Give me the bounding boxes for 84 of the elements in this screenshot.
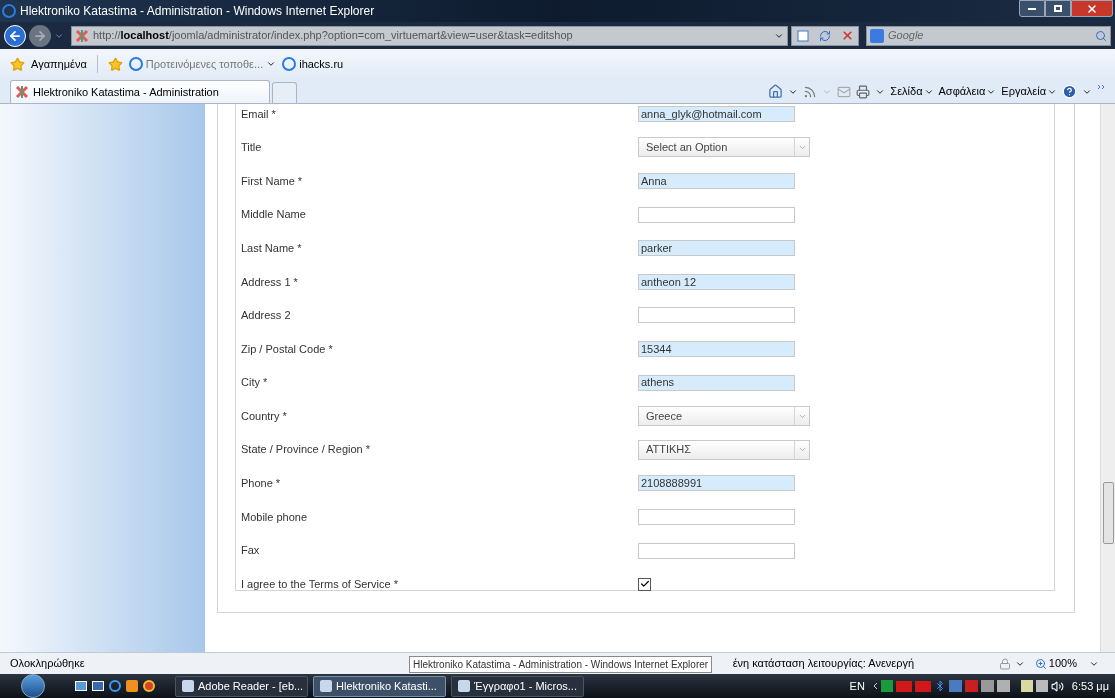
stop-icon[interactable]: [840, 29, 854, 42]
input-field[interactable]: anna_glyk@hotmail.com: [638, 105, 795, 122]
restore-button[interactable]: [1045, 0, 1071, 17]
input-field[interactable]: 2108888991: [638, 475, 795, 492]
input-field[interactable]: [638, 307, 795, 324]
feed-icon[interactable]: [803, 84, 818, 99]
home-icon[interactable]: [768, 84, 784, 99]
select-dropdown[interactable]: Greece: [638, 406, 810, 427]
language-indicator[interactable]: EN: [849, 677, 865, 695]
url-host: localhost: [120, 29, 169, 42]
field-label: Country *: [240, 408, 288, 424]
zoom-icon: [1034, 657, 1047, 670]
desktop-icon[interactable]: [75, 681, 87, 691]
browser-tab[interactable]: Hlektroniko Katastima - Administration: [10, 80, 270, 103]
window-title: Hlektroniko Katastima - Administration - Windows Internet Explorer: [20, 3, 375, 20]
select-dropdown[interactable]: ΑΤΤΙΚΗΣ: [638, 439, 810, 460]
clock: 6:53 μμ: [1071, 678, 1109, 694]
taskbar-button[interactable]: Hlektroniko Katasti...: [313, 675, 446, 697]
select-dropdown[interactable]: Select an Option: [638, 137, 810, 158]
logo-icon: [75, 28, 89, 43]
start-button[interactable]: [21, 674, 45, 698]
search-field[interactable]: Google: [866, 25, 1111, 46]
field-label: Address 1 *: [240, 274, 299, 290]
field-label: Fax: [240, 543, 261, 559]
favorites-link[interactable]: ihacks.ru: [299, 55, 344, 73]
input-field[interactable]: [638, 206, 795, 223]
url-path: /joomla/administrator/index.php?option=com_virtuemart&view=user&task=editshop: [168, 29, 573, 42]
taskbar-button[interactable]: Adobe Reader - [eb...: [175, 675, 308, 697]
field-label: Phone *: [240, 476, 282, 492]
field-label: State / Province / Region *: [240, 442, 371, 458]
status-text: Ολοκληρώθηκε: [10, 656, 85, 672]
compat-view-icon: [797, 29, 809, 42]
input-field[interactable]: athens: [638, 374, 795, 391]
app-icon: [182, 680, 194, 692]
search-icon[interactable]: [1095, 29, 1107, 42]
tooltip: Hlektroniko Katastima - Administration - Windows Internet Explorer: [409, 656, 713, 673]
field-label: Title: [240, 140, 263, 156]
star-icon: [10, 56, 25, 72]
input-field[interactable]: antheon 12: [638, 273, 795, 290]
security-icon: [998, 657, 1011, 670]
field-label: City *: [240, 375, 269, 391]
caret-icon: [266, 59, 277, 69]
command-menu[interactable]: Σελίδα: [890, 83, 934, 100]
minimize-button[interactable]: [1019, 0, 1045, 17]
status-mode-text: ένη κατάσταση λειτουργίας: Ανενεργή: [732, 656, 915, 672]
field-label: Mobile phone: [240, 509, 309, 525]
input-field[interactable]: parker: [638, 240, 795, 257]
taskbar-button[interactable]: Έγγραφο1 - Micros...: [451, 675, 584, 697]
command-menu[interactable]: Εργαλεία: [1001, 83, 1057, 100]
scrollbar-thumb[interactable]: [1102, 482, 1114, 544]
print-icon[interactable]: [856, 84, 871, 99]
input-field[interactable]: Anna: [638, 173, 795, 189]
favorites-button[interactable]: Αγαπημένα: [31, 55, 87, 73]
app-icon: [320, 680, 332, 692]
field-label: Last Name *: [240, 240, 303, 256]
window-switch-icon[interactable]: [92, 681, 104, 691]
forward-arrow-icon: [33, 28, 47, 43]
close-icon: [1086, 2, 1098, 15]
logo-icon: [15, 85, 29, 99]
help-icon[interactable]: [1062, 84, 1077, 99]
field-label: Email *: [240, 106, 277, 122]
back-arrow-icon: [8, 28, 22, 43]
back-button[interactable]: [4, 24, 26, 47]
field-label: First Name *: [240, 173, 304, 189]
add-favorite-icon[interactable]: [107, 56, 123, 72]
new-tab-button[interactable]: [272, 82, 297, 103]
zoom-button[interactable]: 100%: [1048, 655, 1077, 672]
field-label: Zip / Postal Code *: [240, 341, 334, 357]
command-menu[interactable]: Ασφάλεια: [938, 83, 997, 100]
app-icon: [458, 680, 470, 692]
refresh-icon[interactable]: [819, 29, 831, 42]
field-label: I agree to the Terms of Service *: [240, 576, 399, 592]
checkbox[interactable]: [638, 577, 651, 591]
input-field[interactable]: [638, 542, 795, 559]
url-prefix: http://: [93, 29, 121, 42]
favorites-link[interactable]: Προτεινόμενες τοποθε...: [145, 55, 264, 73]
scrollbar[interactable]: [1100, 104, 1115, 652]
forward-button[interactable]: [29, 24, 51, 47]
field-label: Middle Name: [240, 207, 307, 223]
input-field[interactable]: 15344: [638, 340, 795, 357]
field-label: Address 2: [240, 308, 292, 324]
address-field[interactable]: http://localhost/joomla/administrator/index.php?option=com_virtuemart&view=user&task=editshop: [71, 25, 788, 46]
more-icon[interactable]: [1097, 83, 1105, 90]
input-field[interactable]: [638, 508, 795, 525]
